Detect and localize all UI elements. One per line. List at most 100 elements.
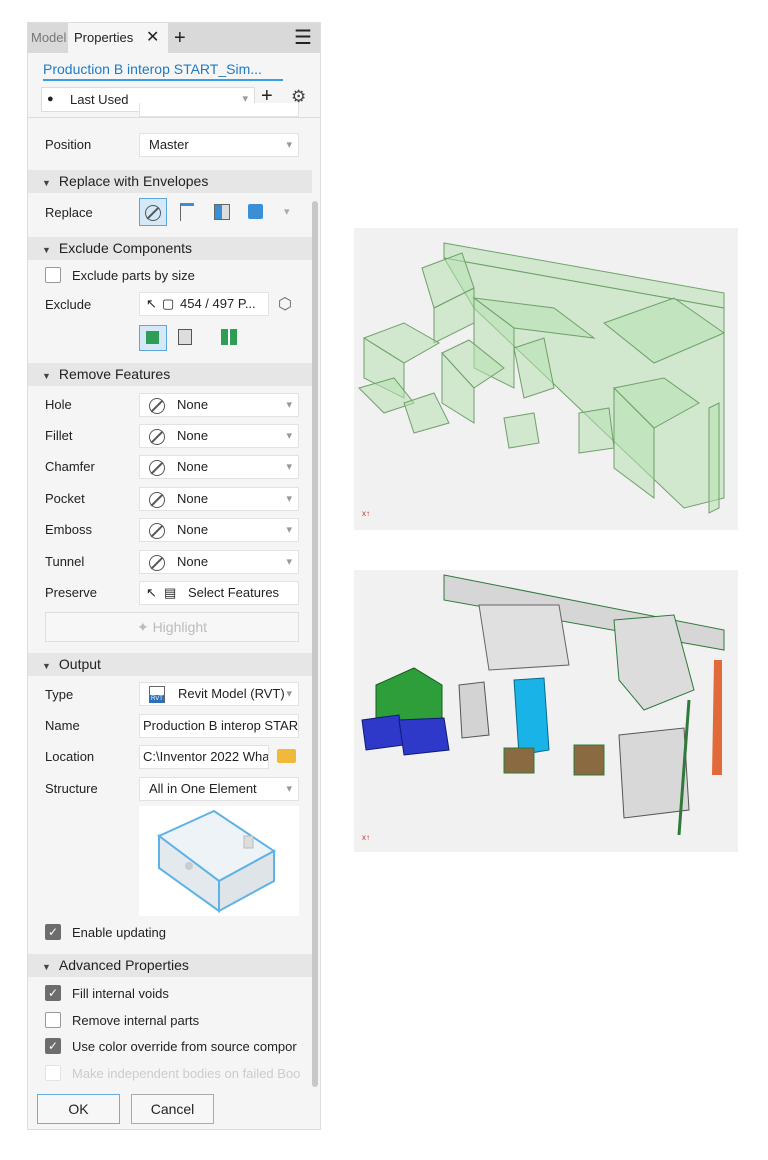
hole-dropdown[interactable]: None [139,393,299,417]
machine-grey [478,604,570,671]
fill-voids-checkbox[interactable]: ✓ [45,985,61,1001]
position-dropdown[interactable]: Master [139,133,299,157]
rvt-icon-text: RVT [150,695,164,703]
envelope-pole [708,402,720,514]
section-title: Output [58,656,101,672]
cursor-icon: ↖ [146,296,157,311]
replace-none-button[interactable] [139,198,167,226]
fillet-dropdown[interactable]: None [139,424,299,448]
add-tab-icon[interactable]: + [174,23,186,53]
hole-label: Hole [45,397,72,412]
independent-bodies-label: Make independent bodies on failed Boo [72,1066,301,1081]
section-title: Advanced Properties [58,957,189,973]
hole-value: None [177,397,209,412]
section-title: Replace with Envelopes [58,173,209,189]
pocket-value: None [177,491,209,506]
tab-properties-label: Properties [74,30,134,45]
replace-box-icon[interactable] [248,204,263,219]
properties-panel: Model Properties ✕ + ☰ Production B inter… [27,22,321,1130]
section-title: Exclude Components [58,240,192,256]
pocket-dropdown[interactable]: None [139,487,299,511]
preserve-label: Preserve [45,585,98,600]
folder-icon[interactable] [277,749,296,763]
fillet-label: Fillet [45,428,73,443]
envelope-box [578,407,615,454]
exclude-by-size-label: Exclude parts by size [72,268,195,283]
tunnel-dropdown[interactable]: None [139,550,299,574]
chamfer-value: None [177,459,209,474]
exclude-selection-field[interactable]: ↖ ▢ 454 / 497 P... [139,292,269,316]
type-dropdown[interactable]: RVT Revit Model (RVT) [139,682,299,706]
orange-column [712,660,722,775]
envelope-preview-viewport: x↑ [354,228,738,530]
structure-preview-image [139,806,299,916]
remove-internal-parts-label: Remove internal parts [72,1013,200,1028]
tab-bar: Model Properties ✕ + ☰ [28,23,320,53]
axis-triad-icon: x↑ [362,833,370,842]
structure-dropdown[interactable]: All in One Element [139,777,299,801]
select-by-box-button[interactable] [139,325,167,351]
none-icon [149,522,165,539]
preserve-select-field[interactable]: ↖ ▤ Select Features [139,581,299,605]
document-title-link[interactable]: Production B interop START_Sim... [43,61,283,81]
section-advanced-properties[interactable]: ▼ Advanced Properties [28,954,312,977]
crate [503,747,535,774]
menu-icon[interactable]: ☰ [294,23,312,53]
small-machine [458,681,490,739]
highlight-button[interactable]: ✦ Highlight [45,612,299,642]
location-input[interactable]: C:\Inventor 2022 Wha [139,745,269,769]
clock-icon: ● [47,93,54,105]
scrollbar[interactable] [312,201,318,1087]
section-remove-features[interactable]: ▼ Remove Features [28,363,312,386]
highlight-icon: ✦ [136,619,153,635]
preserve-value: Select Features [188,585,280,600]
section-replace-envelopes[interactable]: ▼ Replace with Envelopes [28,170,312,193]
name-label: Name [45,718,80,733]
revit-model-viewport: x↑ [354,570,738,852]
color-override-label: Use color override from source compor [72,1039,297,1054]
emboss-value: None [177,522,209,537]
none-icon [149,397,165,414]
replace-dropdown-arrow[interactable]: ▾ [284,205,290,218]
replace-partial-box-icon[interactable] [214,204,230,220]
location-label: Location [45,749,95,764]
highlight-label: Highlight [152,619,208,635]
tab-properties[interactable]: Properties ✕ [68,23,168,53]
ok-button[interactable]: OK [37,1094,120,1124]
none-icon [145,204,161,221]
chamfer-dropdown[interactable]: None [139,455,299,479]
clipped-field [139,103,299,117]
remove-internal-parts-checkbox[interactable] [45,1012,61,1028]
replace-label: Replace [45,205,93,220]
emboss-dropdown[interactable]: None [139,518,299,542]
blue-crate [398,717,450,756]
section-exclude-components[interactable]: ▼ Exclude Components [28,237,312,260]
cyan-machine [513,677,550,756]
section-output[interactable]: ▼ Output [28,653,312,676]
chamfer-label: Chamfer [45,459,95,474]
name-input[interactable]: Production B interop START [139,714,299,738]
blue-crate [361,714,405,751]
exclude-value: 454 / 497 P... [180,296,256,311]
exclude-options-icon[interactable]: ⬡ [278,294,292,314]
select-part-icon[interactable] [178,329,192,345]
divider [28,117,320,118]
replace-tree-icon[interactable] [180,203,194,221]
preset-value: Last Used [70,92,129,107]
tab-model[interactable]: Model [31,23,66,53]
grey-cabinet [618,727,690,819]
independent-bodies-checkbox[interactable] [45,1065,61,1081]
color-override-checkbox[interactable]: ✓ [45,1038,61,1054]
structure-label: Structure [45,781,98,796]
exclude-by-size-checkbox[interactable] [45,267,61,283]
cancel-button[interactable]: Cancel [131,1094,214,1124]
type-label: Type [45,687,74,702]
close-icon[interactable]: ✕ [146,23,159,53]
tunnel-label: Tunnel [45,554,85,569]
axis-triad-icon: x↑ [362,509,370,518]
grid-icon[interactable] [221,329,237,345]
pocket-label: Pocket [45,491,85,506]
enable-updating-label: Enable updating [72,925,166,940]
enable-updating-checkbox[interactable]: ✓ [45,924,61,940]
none-icon [149,491,165,508]
